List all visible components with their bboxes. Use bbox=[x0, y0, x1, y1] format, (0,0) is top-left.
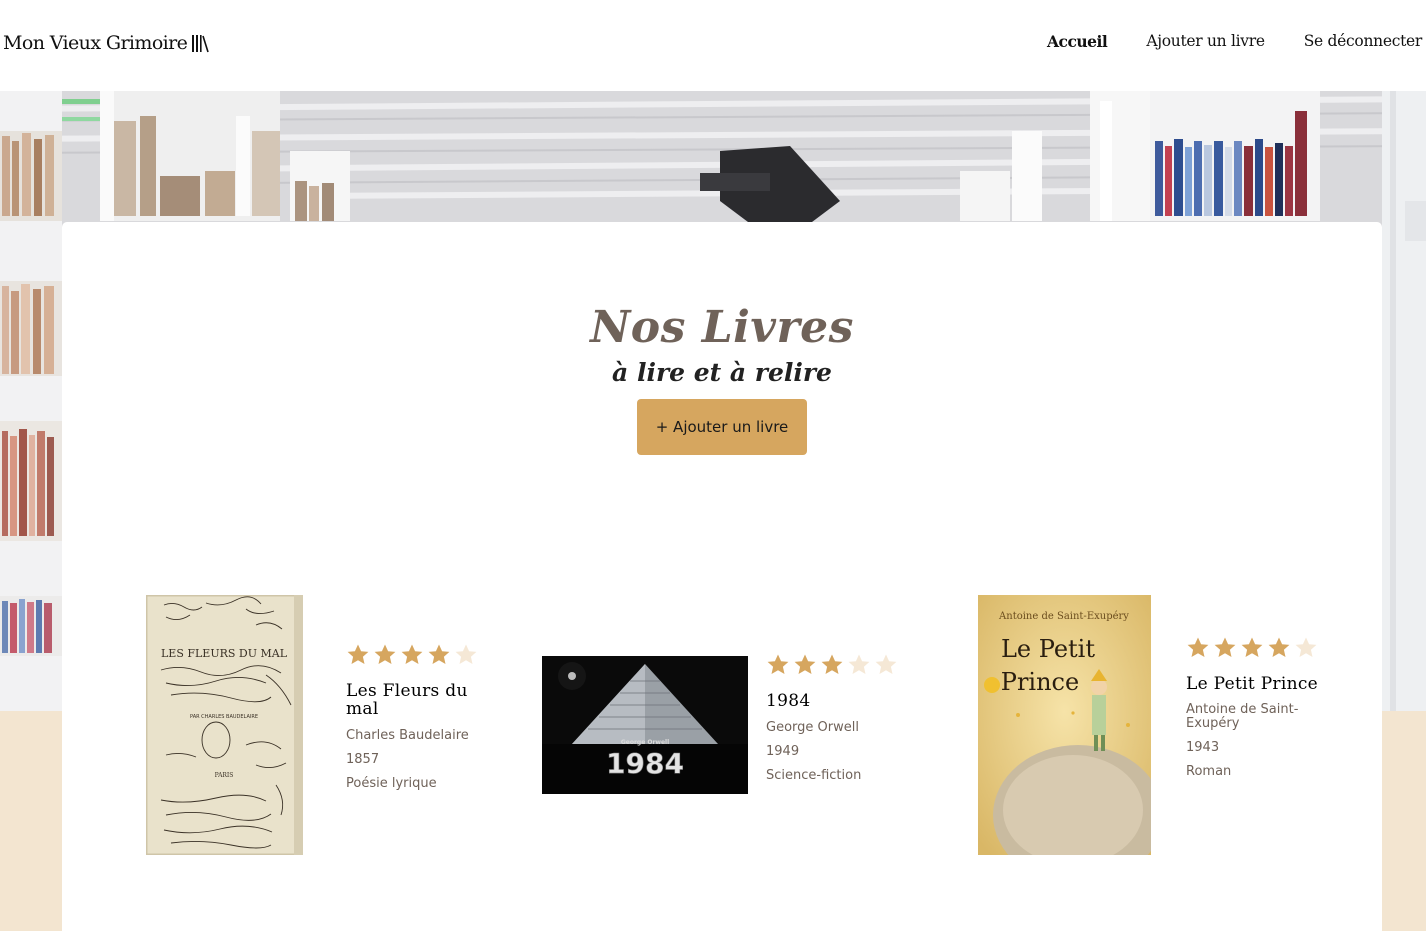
add-book-button[interactable]: + Ajouter un livre bbox=[637, 399, 807, 455]
book-author: George Orwell bbox=[766, 720, 859, 735]
book-title: 1984 bbox=[766, 691, 811, 711]
star-icon bbox=[374, 644, 396, 664]
star-icon bbox=[1214, 637, 1236, 657]
cover-author-text: George Orwell bbox=[621, 739, 669, 746]
site-header: Mon Vieux Grimoire Accueil Ajouter un li… bbox=[0, 0, 1426, 91]
books-icon bbox=[192, 35, 210, 53]
book-cover-image: LES FLEURS DU MAL PAR CHARLES BAUDELAIRE… bbox=[146, 595, 303, 855]
cover-author-text: Antoine de Saint-Exupéry bbox=[998, 611, 1129, 622]
main-nav: Accueil Ajouter un livre Se déconnecter bbox=[1047, 32, 1426, 51]
book-genre: Poésie lyrique bbox=[346, 776, 437, 791]
star-icon bbox=[401, 644, 423, 664]
book-year: 1949 bbox=[766, 744, 800, 759]
svg-text:PARIS: PARIS bbox=[215, 772, 234, 779]
logo-text: Mon Vieux Grimoire bbox=[3, 32, 188, 54]
book-info: Le Petit Prince Antoine de Saint-Exupéry… bbox=[1186, 636, 1326, 784]
star-icon bbox=[794, 654, 816, 674]
nav-ajouter-livre[interactable]: Ajouter un livre bbox=[1146, 32, 1265, 51]
book-card-1984[interactable]: George Orwell 1984 1984 George Orwell 19… bbox=[542, 595, 902, 857]
star-icon bbox=[848, 654, 870, 674]
book-year: 1857 bbox=[346, 752, 380, 767]
star-icon bbox=[347, 644, 369, 664]
cover-title-text: LES FLEURS DU MAL bbox=[161, 647, 288, 660]
rating-stars bbox=[766, 653, 906, 676]
svg-text:PAR CHARLES BAUDELAIRE: PAR CHARLES BAUDELAIRE bbox=[190, 714, 258, 720]
star-icon bbox=[1187, 637, 1209, 657]
svg-text:Prince: Prince bbox=[1001, 668, 1079, 696]
cover-title-text: 1984 bbox=[606, 747, 684, 780]
star-icon bbox=[1295, 637, 1317, 657]
book-info: Les Fleurs du mal Charles Baudelaire 185… bbox=[346, 643, 486, 796]
svg-text:Le Petit: Le Petit bbox=[1001, 635, 1095, 663]
nav-accueil[interactable]: Accueil bbox=[1047, 32, 1108, 51]
books-card: Nos Livres à lire et à relire + Ajouter … bbox=[62, 222, 1382, 931]
book-info: 1984 George Orwell 1949 Science-fiction bbox=[766, 653, 906, 788]
book-author: Antoine de Saint-Exupéry bbox=[1186, 702, 1299, 731]
star-icon bbox=[821, 654, 843, 674]
book-genre: Roman bbox=[1186, 764, 1232, 779]
book-author: Charles Baudelaire bbox=[346, 728, 469, 743]
star-icon bbox=[428, 644, 450, 664]
page-subtitle: à lire et à relire bbox=[612, 358, 832, 387]
book-genre: Science-fiction bbox=[766, 768, 862, 783]
star-icon bbox=[767, 654, 789, 674]
page-title: Nos Livres bbox=[590, 302, 854, 353]
rating-stars bbox=[346, 643, 486, 666]
book-title: Le Petit Prince bbox=[1186, 674, 1319, 694]
book-cover-image: George Orwell 1984 bbox=[542, 656, 748, 794]
star-icon bbox=[875, 654, 897, 674]
book-card-fleurs-du-mal[interactable]: LES FLEURS DU MAL PAR CHARLES BAUDELAIRE… bbox=[146, 595, 496, 857]
star-icon bbox=[455, 644, 477, 664]
star-icon bbox=[1268, 637, 1290, 657]
book-year: 1943 bbox=[1186, 740, 1220, 755]
book-cover-image: Antoine de Saint-Exupéry Le Petit Prince bbox=[978, 595, 1151, 855]
nav-deconnecter[interactable]: Se déconnecter bbox=[1304, 32, 1423, 51]
book-card-petit-prince[interactable]: Antoine de Saint-Exupéry Le Petit Prince… bbox=[978, 595, 1328, 857]
rating-stars bbox=[1186, 636, 1326, 659]
book-title: Les Fleurs du mal bbox=[346, 681, 468, 719]
star-icon bbox=[1241, 637, 1263, 657]
site-logo[interactable]: Mon Vieux Grimoire bbox=[3, 32, 210, 54]
